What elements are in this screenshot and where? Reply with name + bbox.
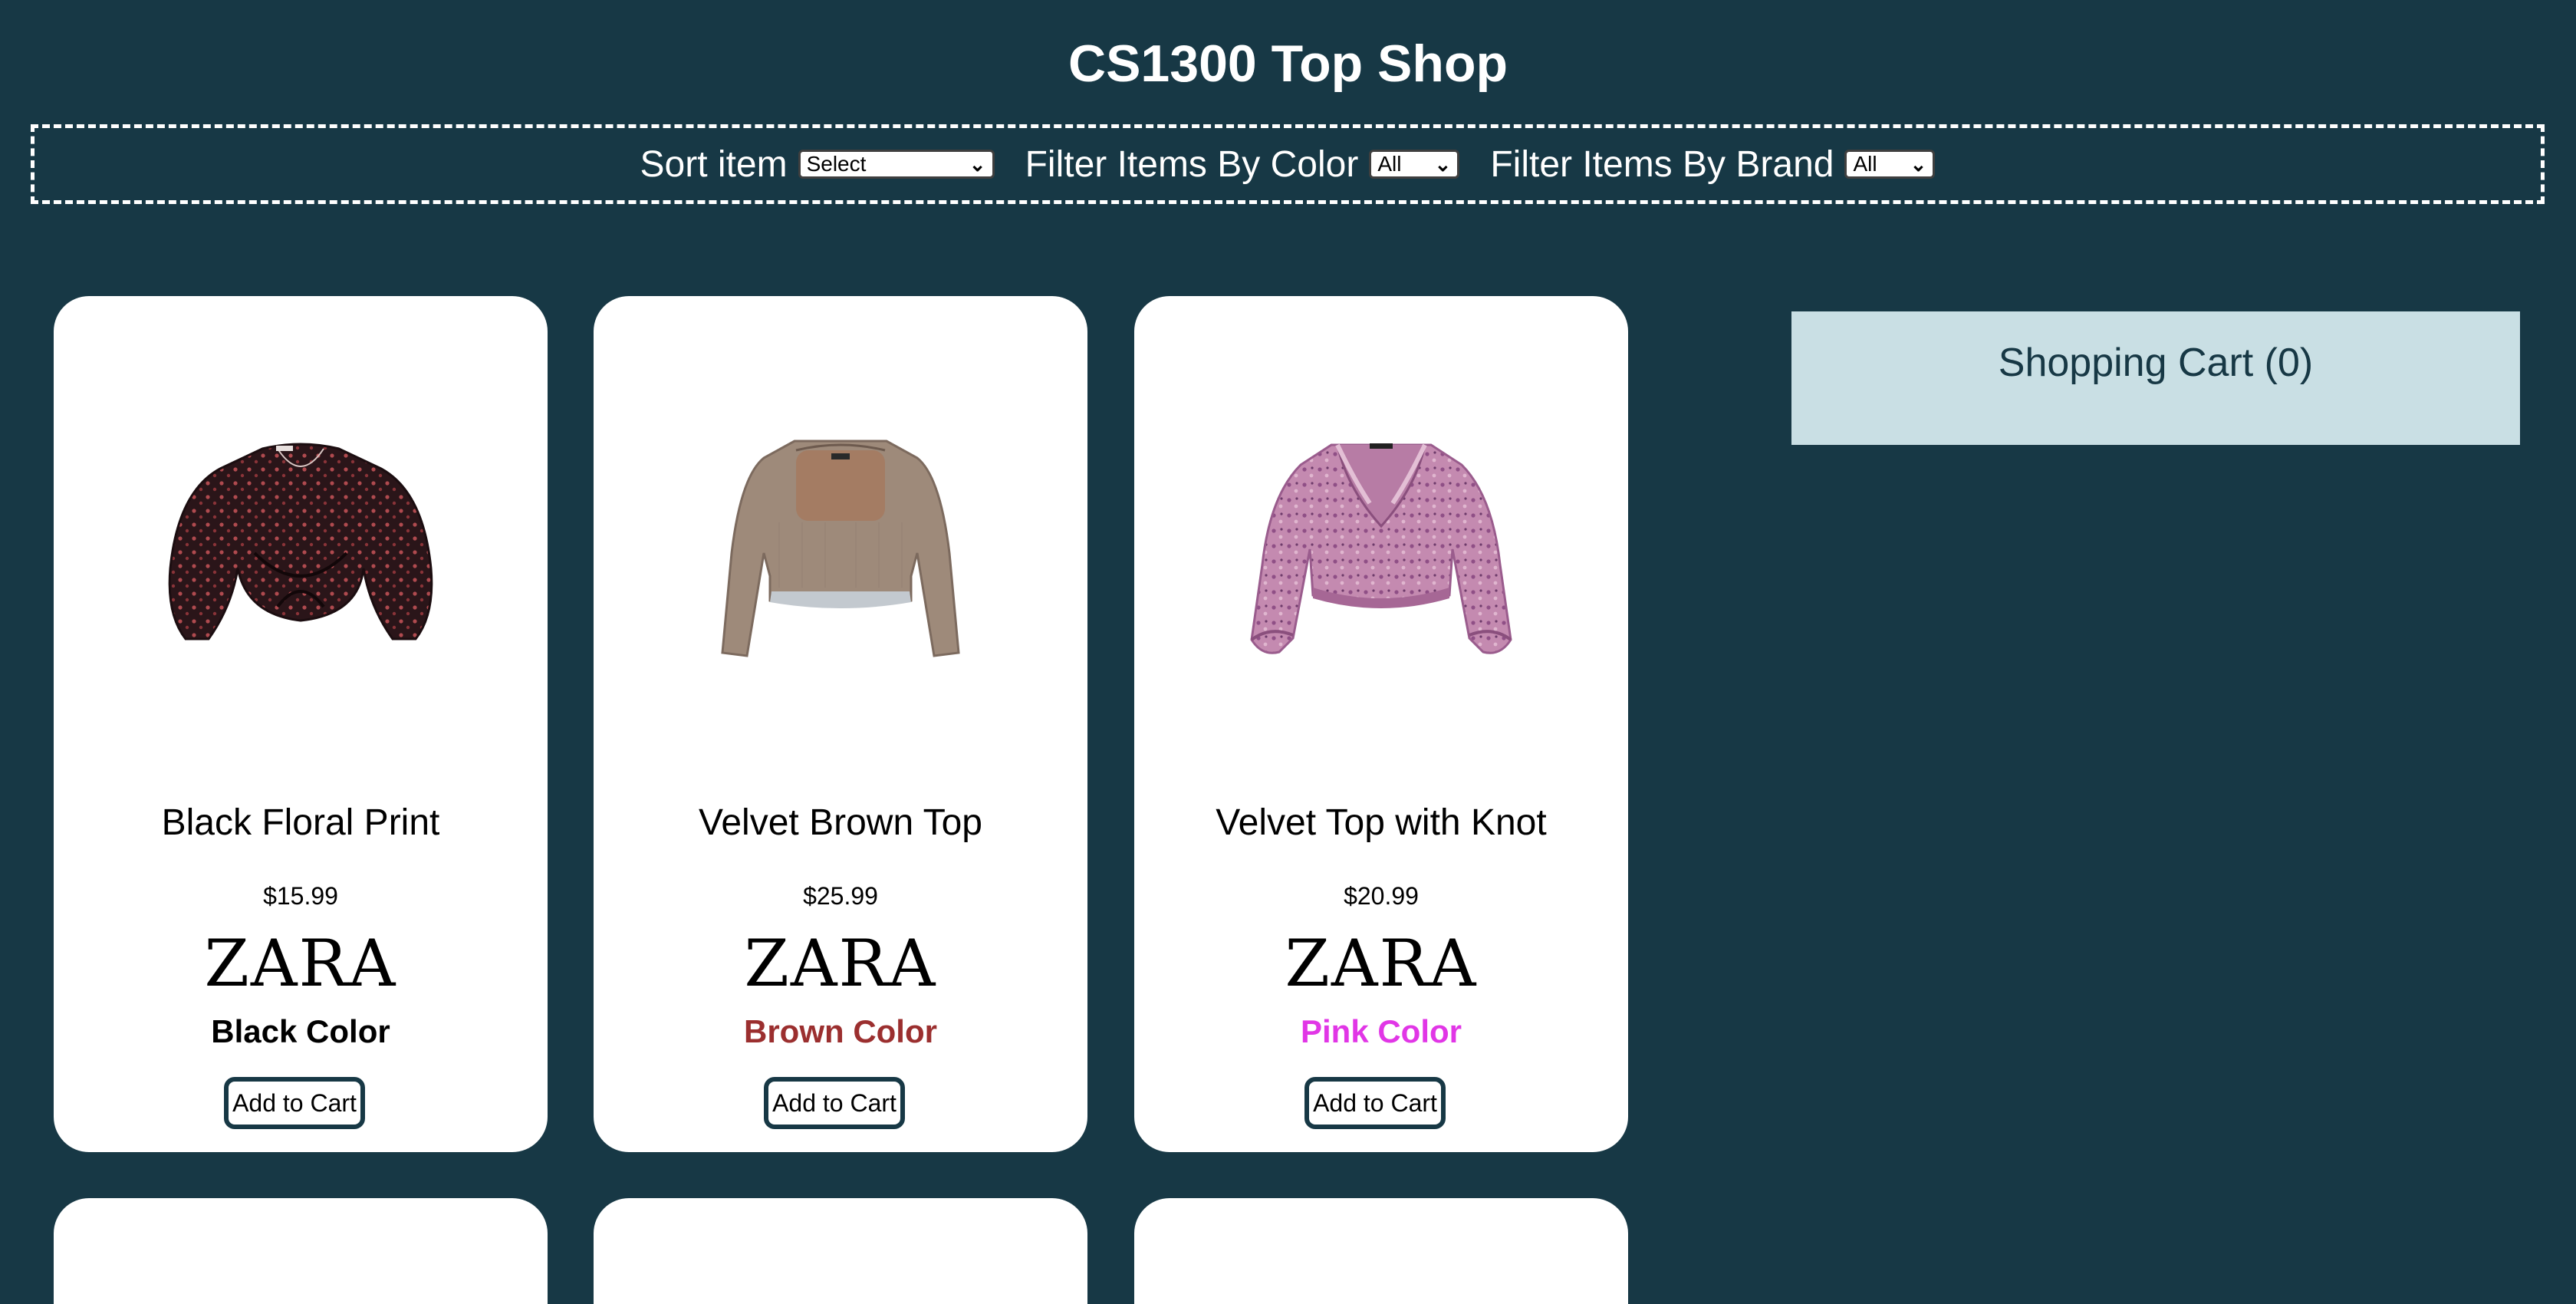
sort-select[interactable]: Select ⌄ xyxy=(798,150,995,179)
product-price: $25.99 xyxy=(803,882,878,910)
product-price: $20.99 xyxy=(1344,882,1419,910)
brand-logo: ZARA xyxy=(744,926,937,1001)
product-name: Black Floral Print xyxy=(161,802,440,843)
chevron-down-icon: ⌄ xyxy=(1434,153,1452,176)
add-to-cart-button[interactable]: Add to Cart xyxy=(1304,1077,1446,1129)
product-card xyxy=(1134,1198,1628,1304)
product-color: Brown Color xyxy=(744,1013,937,1049)
page: CS1300 Top Shop Sort item Select ⌄ Filte… xyxy=(0,0,2576,1304)
brand-logo: ZARA xyxy=(1285,926,1478,1001)
brand-filter-label: Filter Items By Brand xyxy=(1490,143,1834,185)
velvet-brown-top-illustration xyxy=(721,440,960,657)
product-price: $15.99 xyxy=(263,882,338,910)
product-color: Black Color xyxy=(211,1013,390,1049)
velvet-brown-top-image[interactable] xyxy=(594,296,1087,802)
chevron-down-icon: ⌄ xyxy=(1910,153,1927,176)
chevron-down-icon: ⌄ xyxy=(969,153,986,176)
product-card xyxy=(54,1198,548,1304)
page-title: CS1300 Top Shop xyxy=(1068,35,1508,93)
color-filter-select[interactable]: All ⌄ xyxy=(1369,150,1460,179)
product-name: Velvet Top with Knot xyxy=(1216,802,1547,843)
black-floral-top-image[interactable] xyxy=(54,296,548,802)
product-name: Velvet Brown Top xyxy=(698,802,982,843)
velvet-top-with-knot-image[interactable] xyxy=(1134,296,1628,802)
brand-logo: ZARA xyxy=(204,926,397,1001)
add-to-cart-button[interactable]: Add to Cart xyxy=(764,1077,905,1129)
brand-filter-select[interactable]: All ⌄ xyxy=(1844,150,1936,179)
brand-filter-control: Filter Items By Brand All ⌄ xyxy=(1490,143,1936,186)
product-card: Black Floral Print $15.99 ZARA Black Col… xyxy=(54,296,548,1152)
brand-filter-select-value: All xyxy=(1853,152,1877,176)
velvet-top-with-knot-illustration xyxy=(1250,443,1512,654)
color-filter-control: Filter Items By Color All ⌄ xyxy=(1025,143,1460,186)
product-card: Velvet Top with Knot $20.99 ZARA Pink Co… xyxy=(1134,296,1628,1152)
product-color: Pink Color xyxy=(1300,1013,1462,1049)
shopping-cart-title: Shopping Cart (0) xyxy=(1998,341,2314,385)
add-to-cart-button[interactable]: Add to Cart xyxy=(224,1077,365,1129)
sort-control: Sort item Select ⌄ xyxy=(640,143,995,186)
color-filter-select-value: All xyxy=(1377,152,1402,176)
sort-select-value: Select xyxy=(806,152,867,176)
sort-label: Sort item xyxy=(640,143,788,185)
product-card xyxy=(594,1198,1087,1304)
filter-toolbar: Sort item Select ⌄ Filter Items By Color… xyxy=(31,124,2545,204)
color-filter-label: Filter Items By Color xyxy=(1025,143,1359,185)
shopping-cart-panel[interactable]: Shopping Cart (0) xyxy=(1791,311,2520,445)
product-card: Velvet Brown Top $25.99 ZARA Brown Color… xyxy=(594,296,1087,1152)
black-floral-top-illustration xyxy=(168,443,433,640)
